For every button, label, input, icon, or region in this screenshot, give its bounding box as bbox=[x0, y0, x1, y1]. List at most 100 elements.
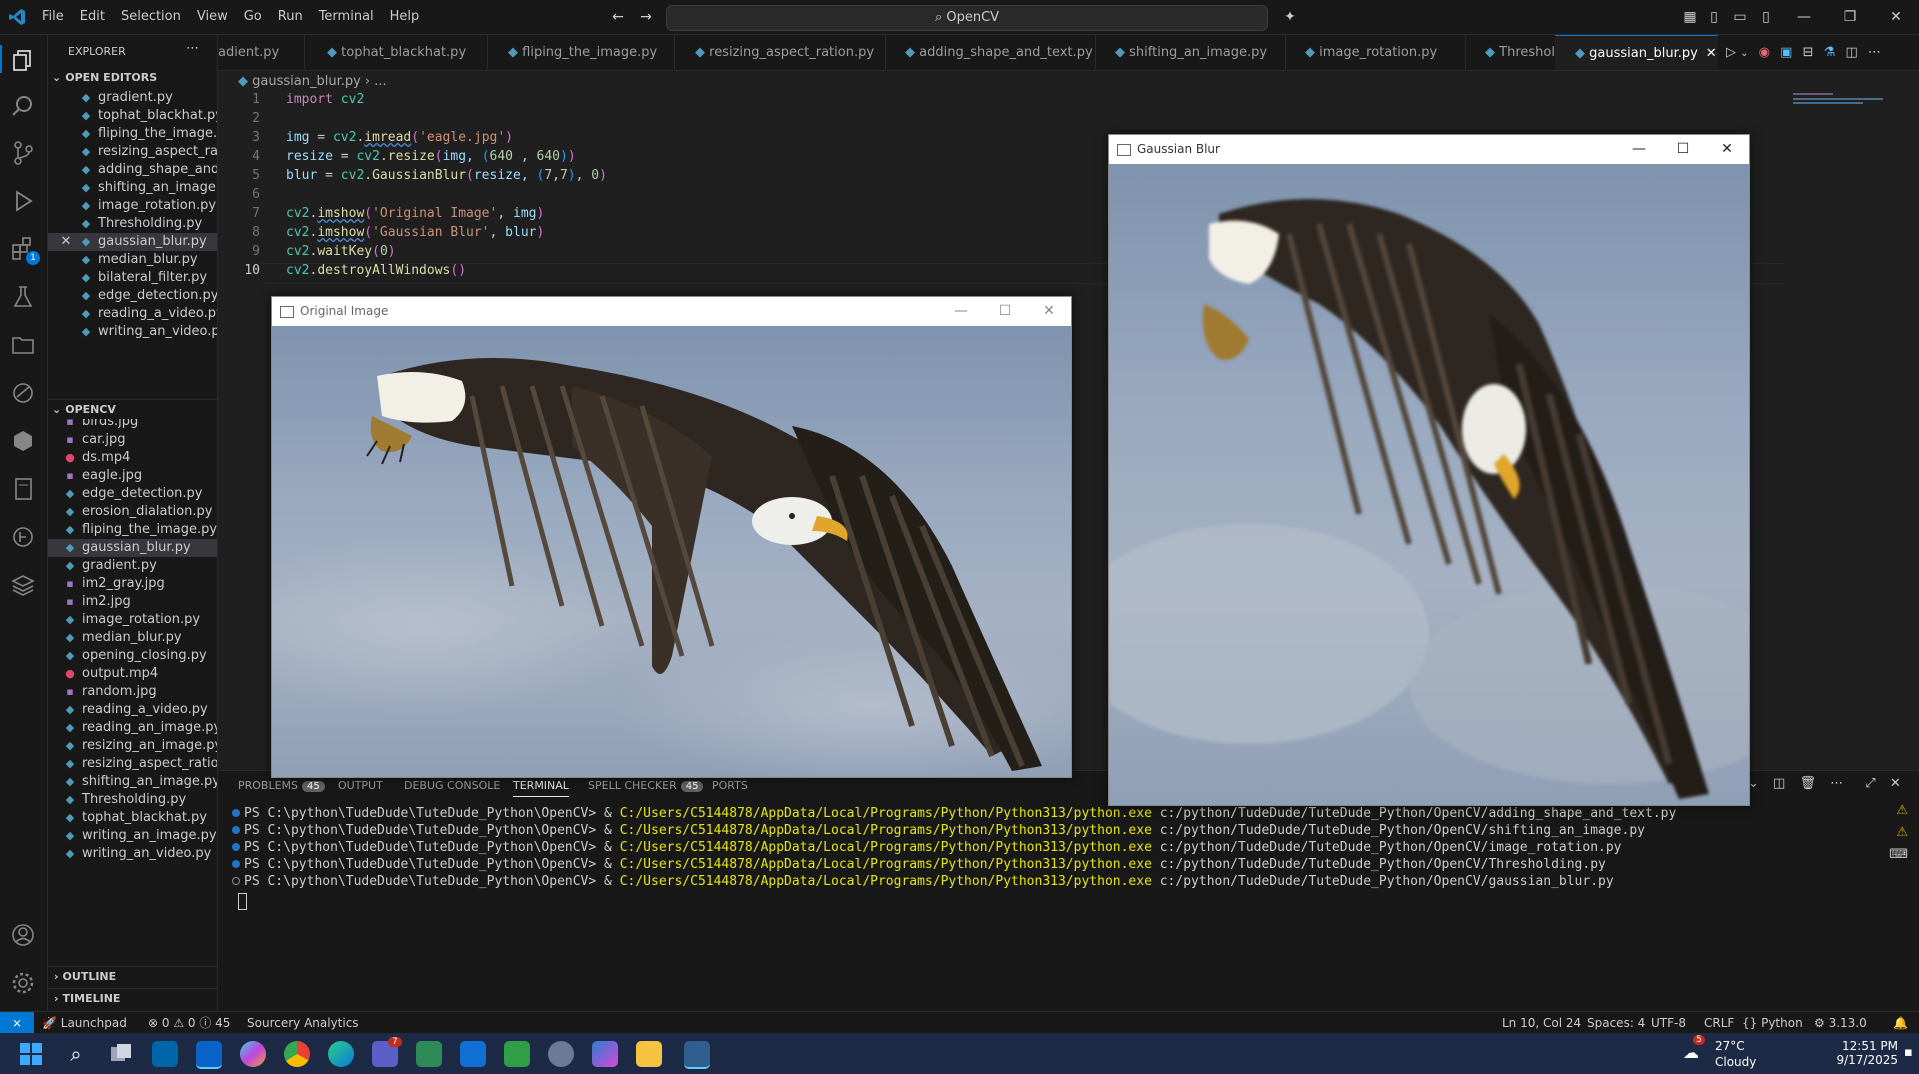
tab-output[interactable]: OUTPUT bbox=[338, 779, 383, 792]
maximize-panel-icon[interactable]: ⤢ bbox=[1865, 776, 1875, 791]
tab-spell-checker[interactable]: SPELL CHECKER 45 bbox=[588, 779, 704, 792]
file-item[interactable]: ▪ birds.jpg bbox=[48, 419, 217, 431]
language-mode[interactable]: {} Python bbox=[1742, 1012, 1803, 1034]
open-editor-item[interactable]: ◆fliping_the_image.py bbox=[48, 125, 217, 143]
code-line-3[interactable]: img = cv2.imread('eagle.jpg') bbox=[286, 130, 513, 145]
problems-status[interactable]: ⊗ 0 ⚠ 0 ⓘ 45 bbox=[148, 1012, 230, 1034]
folder-icon[interactable] bbox=[9, 331, 37, 359]
file-item[interactable]: ◆ shifting_an_image.py bbox=[48, 773, 217, 791]
remote-explorer-icon[interactable] bbox=[9, 379, 37, 407]
menu-help[interactable]: Help bbox=[382, 0, 428, 34]
outlook-taskbar-icon[interactable] bbox=[196, 1041, 222, 1069]
testing-icon[interactable] bbox=[9, 283, 37, 311]
close-icon[interactable]: ✕ bbox=[1027, 297, 1071, 326]
tab-adding-shape-and-text[interactable]: ◆ adding_shape_and_text.py bbox=[885, 35, 1096, 70]
search-icon[interactable] bbox=[9, 92, 37, 120]
open-editor-item[interactable]: ◆resizing_aspect_ration.py bbox=[48, 143, 217, 161]
code-line-5[interactable]: blur = cv2.GaussianBlur(resize, (7,7), 0… bbox=[286, 168, 607, 183]
breadcrumb-file[interactable]: gaussian_blur.py bbox=[252, 74, 361, 89]
sourcery-status[interactable]: Sourcery Analytics bbox=[247, 1012, 359, 1034]
tab-debug-console[interactable]: DEBUG CONSOLE bbox=[404, 779, 500, 792]
explorer-icon[interactable] bbox=[0, 45, 48, 73]
close-tab-icon[interactable]: ✕ bbox=[1706, 46, 1717, 61]
copilot-edit-icon[interactable]: ◉ bbox=[1759, 45, 1770, 60]
code-line-10[interactable]: cv2.destroyAllWindows() bbox=[286, 263, 466, 278]
tab-gaussian-blur[interactable]: ◆ gaussian_blur.py ✕ bbox=[1555, 35, 1726, 70]
file-item[interactable]: ◆resizing_aspect_ration.py bbox=[48, 755, 217, 773]
run-debug-icon[interactable] bbox=[9, 187, 37, 215]
timeline-extension-icon[interactable] bbox=[9, 523, 37, 551]
file-item[interactable]: ▪ im2_gray.jpg bbox=[48, 575, 217, 593]
hexagon-extension-icon[interactable] bbox=[9, 427, 37, 455]
indentation[interactable]: Spaces: 4 bbox=[1587, 1012, 1645, 1034]
file-item[interactable]: ▪ eagle.jpg bbox=[48, 467, 217, 485]
file-item[interactable]: ▪ car.jpg bbox=[48, 431, 217, 449]
preview-icon[interactable]: ▣ bbox=[1780, 45, 1792, 60]
menu-run[interactable]: Run bbox=[270, 0, 311, 34]
copilot-icon[interactable]: ✦ bbox=[1280, 7, 1300, 27]
minimize-icon[interactable]: — bbox=[1794, 7, 1814, 27]
more-actions-icon[interactable]: ⋯ bbox=[1830, 776, 1843, 791]
timeline-header[interactable]: › TIMELINE bbox=[48, 988, 217, 1009]
open-editor-item[interactable]: ✕ ◆ gaussian_blur.py bbox=[48, 233, 217, 251]
file-item[interactable]: ◆ writing_an_image.py bbox=[48, 827, 217, 845]
mail-taskbar-icon[interactable] bbox=[460, 1041, 486, 1067]
open-editor-item[interactable]: ◆ image_rotation.py bbox=[48, 197, 217, 215]
python-interpreter[interactable]: ⚙ 3.13.0 bbox=[1814, 1012, 1867, 1034]
cursor-position[interactable]: Ln 10, Col 24 bbox=[1502, 1012, 1581, 1034]
encoding[interactable]: UTF-8 bbox=[1651, 1012, 1686, 1034]
tab-shifting-an-image[interactable]: ◆ shifting_an_image.py bbox=[1095, 35, 1286, 70]
open-editor-item[interactable]: ◆adding_shape_and_text.py bbox=[48, 161, 217, 179]
menu-view[interactable]: View bbox=[189, 0, 236, 34]
chevron-down-icon[interactable]: ⌄ bbox=[1740, 48, 1748, 59]
flask-icon[interactable]: ⚗ bbox=[1824, 45, 1836, 60]
end-of-line[interactable]: CRLF bbox=[1704, 1012, 1734, 1034]
notifications-bell-icon[interactable]: 🔔 bbox=[1893, 1012, 1908, 1034]
maximize-icon[interactable]: ☐ bbox=[983, 297, 1027, 326]
file-item[interactable]: ◆ writing_an_video.py bbox=[48, 845, 217, 863]
python-taskbar-icon[interactable] bbox=[684, 1041, 710, 1069]
minimap[interactable] bbox=[1793, 90, 1905, 112]
file-item[interactable]: ● ds.mp4 bbox=[48, 449, 217, 467]
opencv-folder-header[interactable]: ⌄ OPENCV bbox=[48, 399, 217, 420]
edge-taskbar-icon[interactable] bbox=[328, 1041, 354, 1067]
teams-taskbar-icon[interactable]: 7 bbox=[372, 1037, 402, 1067]
split-editor-icon[interactable]: ◫ bbox=[1845, 45, 1857, 60]
run-python-icon[interactable]: ▷ bbox=[1726, 45, 1736, 60]
file-item[interactable]: ◆ fliping_the_image.py bbox=[48, 521, 217, 539]
open-editors-header[interactable]: ⌄ OPEN EDITORS bbox=[48, 68, 217, 88]
close-icon[interactable]: ✕ bbox=[54, 233, 78, 251]
menu-file[interactable]: File bbox=[34, 0, 72, 34]
tab-terminal[interactable]: TERMINAL bbox=[513, 779, 569, 797]
code-line-4[interactable]: resize = cv2.resize(img, (640 , 640)) bbox=[286, 149, 576, 164]
more-actions-icon[interactable]: ⋯ bbox=[186, 41, 199, 56]
open-editor-item[interactable]: ◆ reading_a_video.py bbox=[48, 305, 217, 323]
menu-terminal[interactable]: Terminal bbox=[311, 0, 382, 34]
maximize-icon[interactable]: ☐ bbox=[1661, 135, 1705, 164]
tab-tophat-blackhat[interactable]: ◆ tophat_blackhat.py bbox=[305, 35, 488, 70]
file-item[interactable]: ◆ erosion_dialation.py bbox=[48, 503, 217, 521]
file-item[interactable]: ◆ resizing_an_image.py bbox=[48, 737, 217, 755]
menu-edit[interactable]: Edit bbox=[72, 0, 113, 34]
photos-taskbar-icon[interactable] bbox=[504, 1041, 530, 1067]
m365-taskbar-icon[interactable] bbox=[592, 1041, 618, 1067]
manage-gear-icon[interactable] bbox=[9, 969, 37, 997]
toggle-panel-icon[interactable]: ▭ bbox=[1730, 7, 1750, 27]
menu-selection[interactable]: Selection bbox=[113, 0, 189, 34]
code-line-8[interactable]: cv2.imshow('Gaussian Blur', blur) bbox=[286, 225, 544, 240]
close-panel-icon[interactable]: ✕ bbox=[1890, 776, 1901, 791]
file-item[interactable]: ◆ opening_closing.py bbox=[48, 647, 217, 665]
window-title-bar[interactable]: Original Image — ☐ ✕ bbox=[272, 297, 1071, 326]
gaussian-blur-window[interactable]: Gaussian Blur — ☐ ✕ bbox=[1108, 134, 1750, 806]
minimize-icon[interactable]: — bbox=[1617, 135, 1661, 164]
file-item[interactable]: ▪ im2.jpg bbox=[48, 593, 217, 611]
file-item[interactable]: ◆ gaussian_blur.py bbox=[48, 539, 217, 557]
open-editor-item[interactable]: ◆ Thresholding.py bbox=[48, 215, 217, 233]
source-control-icon[interactable] bbox=[9, 139, 37, 167]
open-editor-item[interactable]: ◆ gradient.py bbox=[48, 89, 217, 107]
account-icon[interactable] bbox=[9, 921, 37, 949]
file-item[interactable]: ◆ image_rotation.py bbox=[48, 611, 217, 629]
minimize-icon[interactable]: — bbox=[939, 297, 983, 326]
warning-icon[interactable]: ⚠ bbox=[1858, 825, 1908, 847]
extensions-icon[interactable]: 1 bbox=[9, 235, 40, 265]
